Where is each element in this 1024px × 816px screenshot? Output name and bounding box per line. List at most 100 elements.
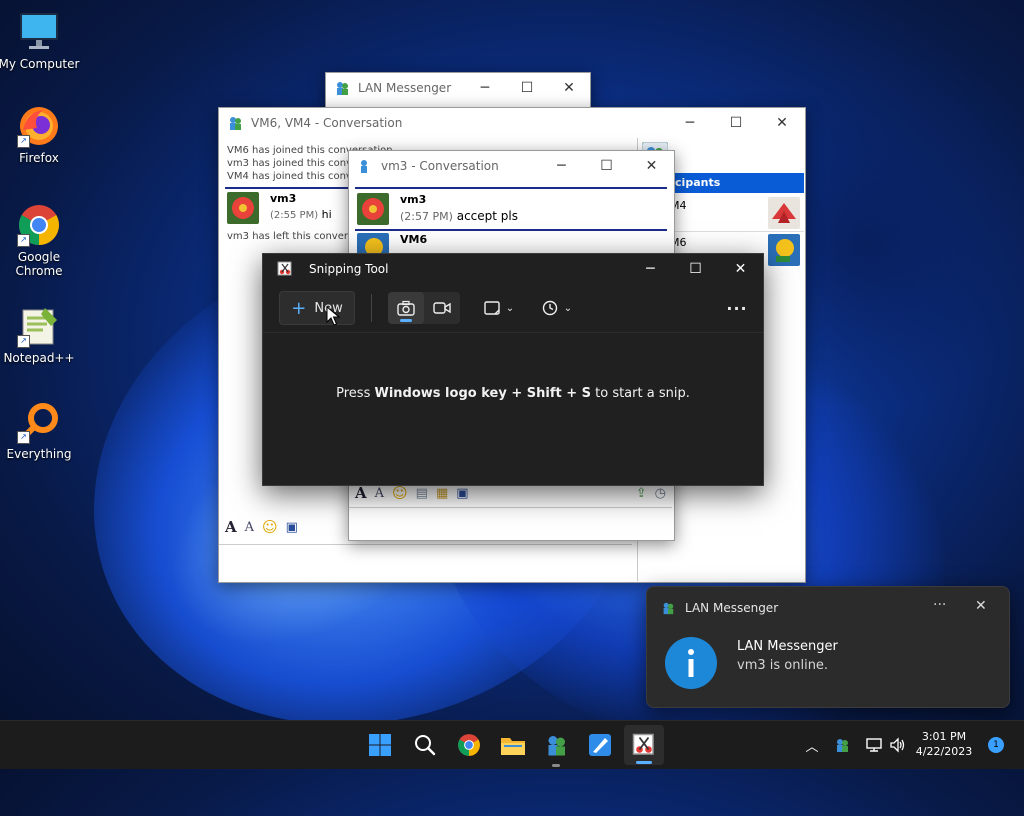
window-title: VM6, VM4 - Conversation <box>251 116 403 130</box>
message-time: (2:55 PM) <box>270 210 319 221</box>
shortcut-arrow-icon: ↗ <box>17 135 30 148</box>
save-icon[interactable]: ▣ <box>286 520 298 535</box>
video-camera-icon <box>433 302 451 314</box>
close-button[interactable]: ✕ <box>629 151 674 181</box>
toast-title: LAN Messenger <box>737 639 838 654</box>
notification-toast[interactable]: LAN Messenger ··· ✕ LAN Messenger vm3 is… <box>646 586 1010 708</box>
desktop-icon-label: Firefox <box>19 151 59 165</box>
avatar <box>768 234 800 266</box>
message-text: accept pls <box>456 209 519 223</box>
network-icon <box>866 738 882 752</box>
taskbar: ︿ 3:01 PM 4/22/2023 1 <box>0 720 1024 769</box>
snip-hint: Press Windows logo key + Shift + S to st… <box>263 386 763 401</box>
message-entry: vm3 (2:57 PM) accept pls <box>357 193 518 225</box>
window-title: vm3 - Conversation <box>381 159 499 173</box>
taskbar-snipping-tool[interactable] <box>624 725 664 765</box>
desktop-icon-my-computer[interactable]: My Computer <box>0 10 81 71</box>
maximize-button[interactable]: ☐ <box>584 151 629 181</box>
tray-lan-messenger[interactable] <box>826 729 858 761</box>
shortcut-arrow-icon: ↗ <box>17 234 30 247</box>
taskbar-lan-messenger[interactable] <box>540 729 572 767</box>
emoticon-icon[interactable]: ☺ <box>262 518 278 536</box>
paint-icon <box>589 734 611 756</box>
maximize-button[interactable]: ☐ <box>673 254 718 284</box>
start-button[interactable] <box>364 729 396 761</box>
font-icon[interactable]: A <box>225 518 237 536</box>
lan-messenger-icon <box>230 117 241 130</box>
desktop-icon-label: Google Chrome <box>15 250 63 278</box>
mouse-cursor-icon <box>326 306 340 326</box>
emoticon-icon[interactable]: ☺ <box>392 484 408 502</box>
volume-button[interactable] <box>882 729 914 761</box>
desktop-icon-everything[interactable]: ↗ Everything <box>0 400 81 461</box>
desktop-icon-google-chrome[interactable]: ↗ Google Chrome <box>0 203 81 278</box>
desktop-icon-firefox[interactable]: ↗ Firefox <box>0 104 81 165</box>
history-icon[interactable]: ◷ <box>655 486 666 501</box>
new-snip-button[interactable]: + New <box>279 291 355 325</box>
taskbar-file-explorer[interactable] <box>497 729 529 761</box>
clock-time: 3:01 PM <box>921 730 967 743</box>
taskbar-chrome[interactable] <box>453 729 485 761</box>
search-icon <box>415 735 436 756</box>
hint-text: to start a snip. <box>591 386 690 401</box>
maximize-button[interactable]: ☐ <box>506 73 548 103</box>
rectangle-snip-icon <box>484 301 500 315</box>
plus-icon: + <box>291 297 307 319</box>
minimize-button[interactable]: ─ <box>628 254 673 284</box>
message-sender: vm3 <box>400 193 427 206</box>
lan-messenger-icon <box>548 736 565 756</box>
desktop-icon-label: Notepad++ <box>3 351 75 365</box>
taskbar-paint-app[interactable] <box>584 729 616 761</box>
clock-date: 4/22/2023 <box>915 745 973 758</box>
delay-dropdown[interactable]: ⌄ <box>534 292 580 324</box>
message-text: hi <box>321 208 332 221</box>
chevron-up-icon: ︿ <box>805 739 819 755</box>
maximize-button[interactable]: ☐ <box>713 108 759 138</box>
search-button[interactable] <box>409 729 441 761</box>
toast-more-button[interactable]: ··· <box>933 597 946 613</box>
toast-app-name: LAN Messenger <box>685 601 779 615</box>
avatar <box>768 197 800 229</box>
toast-body: vm3 is online. <box>737 658 829 673</box>
message-input[interactable] <box>219 544 632 581</box>
screenshot-mode-button[interactable] <box>388 292 424 324</box>
avatar <box>357 193 389 225</box>
title-bar: Snipping Tool ─ ☐ ✕ <box>263 254 763 284</box>
minimize-button[interactable]: ─ <box>667 108 713 138</box>
close-button[interactable]: ✕ <box>718 254 763 284</box>
font-color-icon[interactable]: A <box>375 486 384 501</box>
minimize-button[interactable]: ─ <box>539 151 584 181</box>
save-icon[interactable]: ▣ <box>456 486 468 501</box>
toast-close-button[interactable]: ✕ <box>975 598 987 614</box>
clock-icon <box>542 300 557 316</box>
show-hidden-icons-button[interactable]: ︿ <box>796 729 828 761</box>
info-icon <box>665 637 717 689</box>
more-options-button[interactable]: ··· <box>721 292 753 324</box>
lan-messenger-icon <box>337 82 348 95</box>
file-icon[interactable]: ▤ <box>416 486 428 501</box>
video-mode-button[interactable] <box>424 292 460 324</box>
snip-shape-dropdown[interactable]: ⌄ <box>476 292 522 324</box>
font-color-icon[interactable]: A <box>245 520 254 535</box>
snipping-tool-window[interactable]: Snipping Tool ─ ☐ ✕ + New ⌄ ⌄ ··· <box>262 253 764 486</box>
send-file-icon[interactable]: ⇪ <box>636 486 647 501</box>
chevron-down-icon: ⌄ <box>505 302 515 314</box>
notepadpp-icon: ↗ <box>17 304 61 348</box>
camera-icon <box>397 300 415 316</box>
folder-icon <box>501 738 525 755</box>
desktop-icon-label: Everything <box>6 447 72 461</box>
minimize-button[interactable]: ─ <box>464 73 506 103</box>
close-button[interactable]: ✕ <box>759 108 805 138</box>
snipping-tool-icon <box>277 261 292 276</box>
notification-badge[interactable]: 1 <box>988 737 1004 753</box>
hint-shortcut: Windows logo key + Shift + S <box>374 386 592 401</box>
folder-icon[interactable]: ▦ <box>436 486 448 501</box>
message-input[interactable] <box>349 507 672 540</box>
desktop-icon-notepadpp[interactable]: ↗ Notepad++ <box>0 304 81 365</box>
clock[interactable]: 3:01 PM 4/22/2023 <box>912 729 976 759</box>
firefox-icon: ↗ <box>17 104 61 148</box>
chevron-down-icon: ⌄ <box>563 302 573 314</box>
close-button[interactable]: ✕ <box>548 73 590 103</box>
snipping-tool-icon <box>632 733 654 755</box>
font-icon[interactable]: A <box>355 484 367 502</box>
